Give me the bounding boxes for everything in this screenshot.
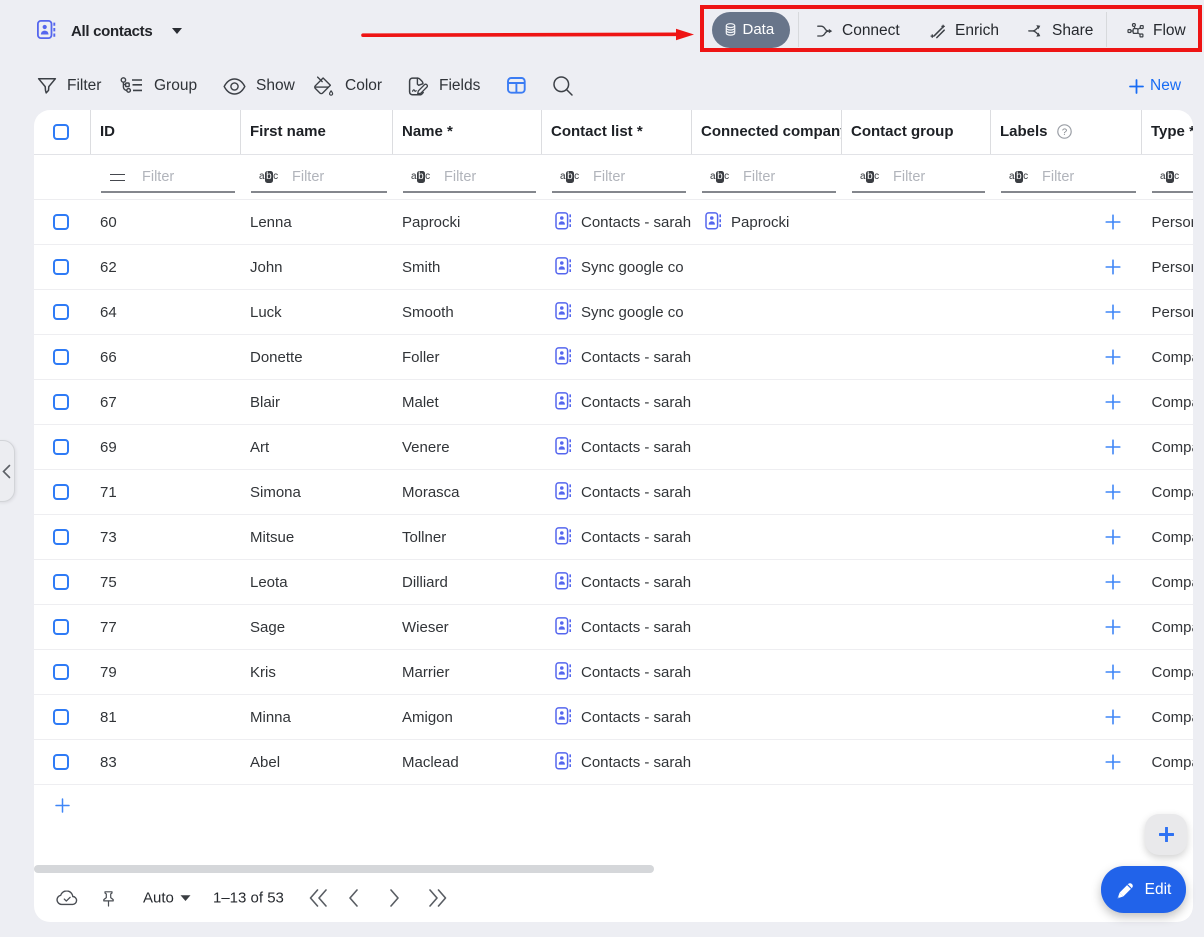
svg-text:?: ? xyxy=(1062,126,1067,137)
